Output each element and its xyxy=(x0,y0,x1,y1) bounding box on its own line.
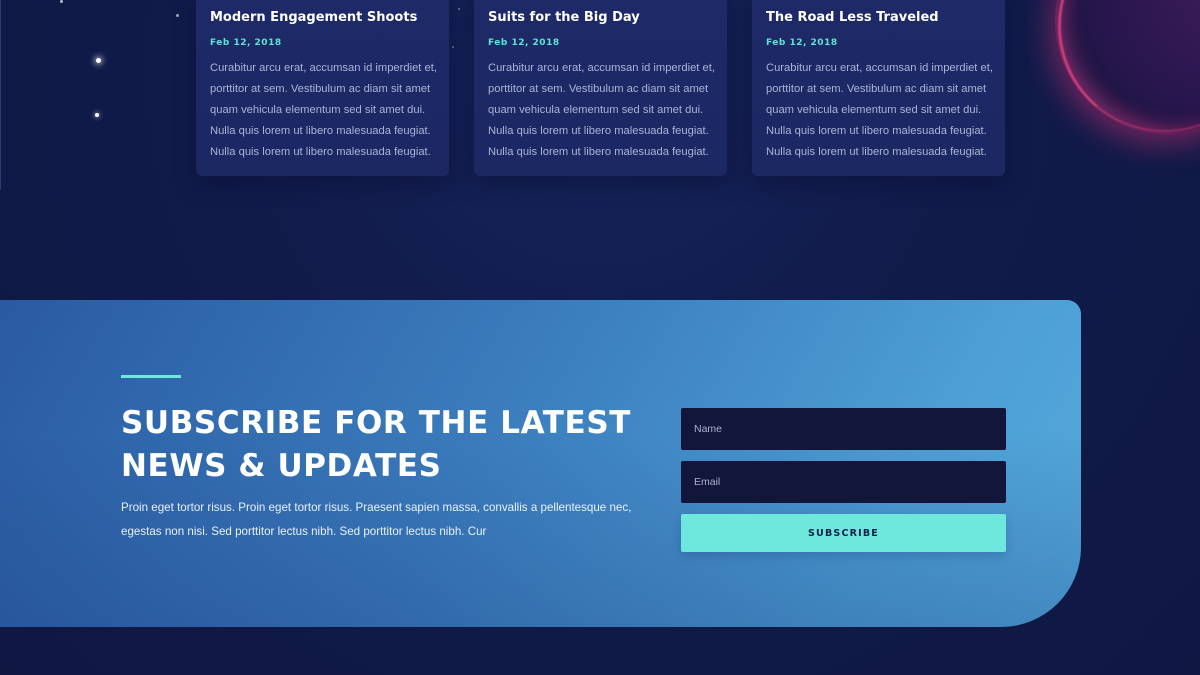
card-date: Feb 12, 2018 xyxy=(488,38,560,48)
subscribe-description: Proin eget tortor risus. Proin eget tort… xyxy=(121,501,632,538)
subscribe-button-label: SUBSCRIBE xyxy=(808,527,879,539)
star-icon xyxy=(176,14,179,17)
card-title[interactable]: Suits for the Big Day xyxy=(488,10,640,25)
name-placeholder: Name xyxy=(694,423,723,435)
blog-card[interactable]: Suits for the Big Day Feb 12, 2018 Curab… xyxy=(474,0,727,176)
card-excerpt: Curabitur arcu erat, accumsan id imperdi… xyxy=(766,62,993,158)
subscribe-button[interactable]: SUBSCRIBE xyxy=(681,514,1006,552)
section-divider xyxy=(0,0,1,190)
card-excerpt: Curabitur arcu erat, accumsan id imperdi… xyxy=(488,62,715,158)
name-field[interactable]: Name xyxy=(681,408,1006,450)
star-icon xyxy=(458,8,460,10)
star-icon xyxy=(60,0,63,3)
card-date: Feb 12, 2018 xyxy=(210,38,282,48)
email-placeholder: Email xyxy=(694,476,721,488)
star-icon xyxy=(95,113,99,117)
card-title[interactable]: The Road Less Traveled xyxy=(766,10,939,25)
subscribe-section: SUBSCRIBE FOR THE LATEST NEWS & UPDATES … xyxy=(0,300,1081,627)
star-icon xyxy=(452,46,454,48)
card-date: Feb 12, 2018 xyxy=(766,38,838,48)
page: Modern Engagement Shoots Feb 12, 2018 Cu… xyxy=(0,0,1200,675)
blog-card[interactable]: Modern Engagement Shoots Feb 12, 2018 Cu… xyxy=(196,0,449,176)
blog-card[interactable]: The Road Less Traveled Feb 12, 2018 Cura… xyxy=(752,0,1005,176)
subscribe-heading: SUBSCRIBE FOR THE LATEST NEWS & UPDATES xyxy=(121,405,631,484)
email-field[interactable]: Email xyxy=(681,461,1006,503)
card-title[interactable]: Modern Engagement Shoots xyxy=(210,10,417,25)
star-icon xyxy=(96,58,101,63)
planet-glow-ring xyxy=(1058,0,1200,132)
accent-divider xyxy=(121,375,181,378)
card-excerpt: Curabitur arcu erat, accumsan id imperdi… xyxy=(210,62,437,158)
